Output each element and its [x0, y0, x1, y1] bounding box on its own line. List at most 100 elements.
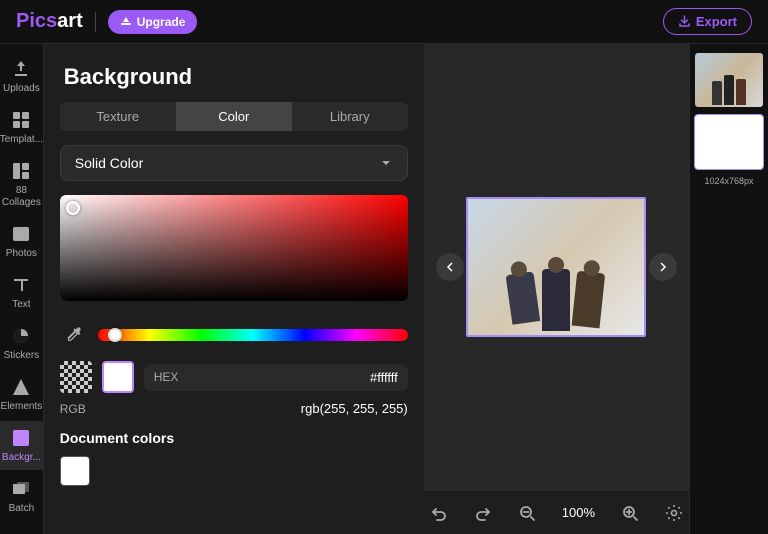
thumb-person-3	[736, 79, 746, 105]
canvas-next-button[interactable]	[649, 253, 677, 281]
upgrade-button[interactable]: Upgrade	[108, 10, 198, 34]
tab-color[interactable]: Color	[176, 102, 292, 131]
canvas-image-inner	[468, 199, 644, 335]
sidebar-item-background[interactable]: Backgr...	[0, 421, 44, 470]
zoom-in-icon	[621, 504, 639, 522]
thumb-people	[712, 75, 746, 105]
upgrade-icon	[120, 16, 132, 28]
hex-label: HEX	[154, 370, 179, 384]
rgb-value: rgb(255, 255, 255)	[301, 401, 408, 416]
thumbnail-2[interactable]	[694, 114, 764, 170]
doc-colors-title: Document colors	[60, 430, 408, 446]
redo-icon	[474, 504, 492, 522]
sidebar-item-batch[interactable]: Batch	[0, 472, 44, 521]
sidebar-item-text-label: Text	[12, 299, 30, 311]
color-picker-area	[44, 195, 424, 313]
sidebar-item-stickers[interactable]: Stickers	[0, 319, 44, 368]
thumb-photo-bg	[695, 53, 763, 107]
chevron-right-icon	[658, 262, 668, 272]
hue-row	[44, 313, 424, 361]
zoom-in-button[interactable]	[615, 498, 645, 528]
hex-value: #ffffff	[370, 370, 398, 385]
redo-button[interactable]	[468, 498, 498, 528]
main-area: Uploads Templat... 88 Collages Photos Te	[0, 44, 768, 534]
canvas-area: 100%	[424, 44, 689, 534]
thumb-white-bg	[695, 115, 763, 169]
logo-area: Picsart Upgrade	[16, 10, 197, 34]
document-colors: Document colors	[44, 430, 424, 500]
photo-simulation	[468, 199, 644, 335]
zoom-out-icon	[518, 504, 536, 522]
sidebar-item-templates[interactable]: Templat...	[0, 103, 44, 152]
canvas-prev-button[interactable]	[436, 253, 464, 281]
color-gradient-box[interactable]	[60, 195, 408, 301]
doc-color-swatch[interactable]	[60, 456, 90, 486]
undo-button[interactable]	[424, 498, 454, 528]
undo-icon	[430, 504, 448, 522]
zoom-display: 100%	[556, 505, 601, 520]
thumb-person-2	[724, 75, 734, 105]
sidebar-item-collages[interactable]: 88 Collages	[0, 154, 44, 215]
sidebar-item-stickers-label: Stickers	[4, 350, 40, 362]
sidebar-item-collages-label: 88 Collages	[0, 185, 44, 209]
background-panel: Background Texture Color Library Solid C…	[44, 44, 424, 534]
person-1	[506, 271, 541, 324]
sidebar-item-batch-label: Batch	[9, 503, 35, 515]
sidebar-item-elements[interactable]: Elements	[0, 370, 44, 419]
upgrade-label: Upgrade	[137, 15, 186, 29]
photos-icon	[10, 223, 32, 245]
export-button[interactable]: Export	[663, 8, 752, 35]
sidebar-item-photos-label: Photos	[6, 248, 37, 260]
hex-input-area[interactable]: HEX #ffffff	[144, 364, 408, 391]
hue-slider[interactable]	[98, 329, 408, 341]
person-3	[572, 271, 606, 329]
panel-title: Background	[44, 44, 424, 102]
settings-button[interactable]	[659, 498, 689, 528]
upload-icon	[10, 58, 32, 80]
rgb-label: RGB	[60, 402, 140, 416]
sidebar-item-photos[interactable]: Photos	[0, 217, 44, 266]
thumbnail-panel: 1024x768px	[689, 44, 768, 534]
thumbnail-1[interactable]	[694, 52, 764, 108]
stickers-icon	[10, 325, 32, 347]
checkered-swatch	[60, 361, 92, 393]
thumb-photo-content	[695, 53, 763, 107]
canvas-image	[466, 197, 646, 337]
settings-icon	[665, 504, 683, 522]
template-icon	[10, 109, 32, 131]
chevron-down-icon	[379, 156, 393, 170]
zoom-out-button[interactable]	[512, 498, 542, 528]
dropdown-label: Solid Color	[75, 155, 143, 171]
sidebar-item-text[interactable]: Text	[0, 268, 44, 317]
canvas-main	[424, 44, 689, 490]
person-2	[542, 269, 570, 331]
icon-sidebar: Uploads Templat... 88 Collages Photos Te	[0, 44, 44, 534]
export-icon	[678, 15, 691, 28]
header-divider	[95, 12, 96, 32]
text-icon	[10, 274, 32, 296]
tab-texture[interactable]: Texture	[60, 102, 176, 131]
picker-handle[interactable]	[66, 201, 80, 215]
chevron-left-icon	[445, 262, 455, 272]
tab-library[interactable]: Library	[292, 102, 408, 131]
elements-icon	[10, 376, 32, 398]
people-silhouette	[510, 269, 602, 335]
batch-icon	[10, 478, 32, 500]
hue-thumb[interactable]	[108, 328, 122, 342]
solid-color-dropdown[interactable]: Solid Color	[60, 145, 408, 181]
sidebar-item-background-label: Backgr...	[2, 452, 41, 464]
color-tabs: Texture Color Library	[44, 102, 424, 145]
color-swatch-white[interactable]	[102, 361, 134, 393]
sidebar-item-uploads-label: Uploads	[3, 83, 40, 95]
eyedropper-button[interactable]	[60, 321, 88, 349]
thumb-person-1	[712, 81, 722, 105]
eyedropper-icon	[65, 326, 83, 344]
sidebar-item-templates-label: Templat...	[0, 134, 43, 146]
header: Picsart Upgrade Export	[0, 0, 768, 44]
canvas-toolbar: 100%	[424, 490, 689, 534]
background-icon	[10, 427, 32, 449]
export-label: Export	[696, 14, 737, 29]
color-inputs-row: HEX #ffffff	[44, 361, 424, 401]
thumbnail-2-label: 1024x768px	[704, 176, 753, 186]
sidebar-item-uploads[interactable]: Uploads	[0, 52, 44, 101]
